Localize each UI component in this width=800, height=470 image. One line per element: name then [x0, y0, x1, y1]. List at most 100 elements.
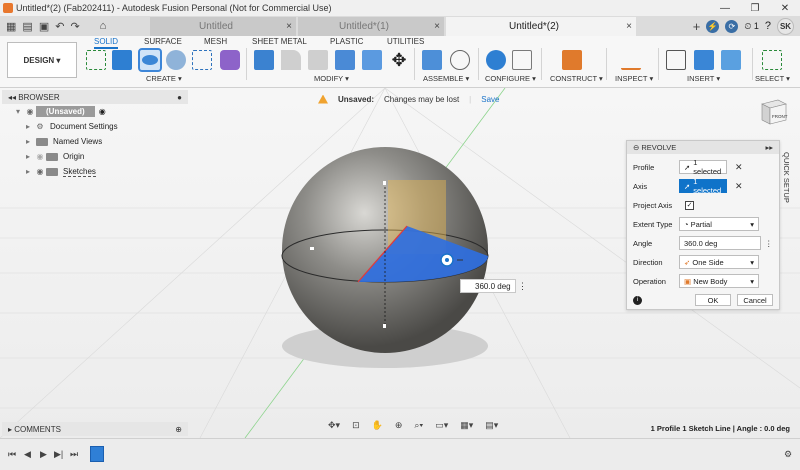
tab-untitled[interactable]: Untitled × [150, 17, 296, 36]
activate-radio-icon[interactable]: ◉ [99, 107, 106, 116]
profile-selector[interactable]: ➚ 1 selected [679, 158, 727, 176]
insert-mesh-icon[interactable] [694, 50, 714, 70]
operation-dropdown[interactable]: ▣ New Body ▾ [679, 274, 759, 288]
manipulator-options-icon[interactable]: ⋮ [518, 281, 527, 292]
modify-menu[interactable]: MODIFY ▾ [314, 74, 349, 83]
tab-utilities[interactable]: UTILITIES [387, 37, 424, 46]
construct-menu[interactable]: CONSTRUCT ▾ [550, 74, 603, 83]
save-icon[interactable]: ▣ [39, 20, 49, 33]
clear-axis-icon[interactable]: ✕ [735, 181, 743, 192]
go-to-end-icon[interactable]: ⏭ [70, 449, 78, 460]
home-icon[interactable]: ⌂ [100, 20, 107, 32]
viewcube[interactable]: FRONT [756, 94, 790, 128]
tab-untitled-2[interactable]: Untitled*(2) × [446, 17, 636, 36]
press-pull-icon[interactable] [254, 50, 274, 70]
zoom-icon[interactable]: ⊕ [395, 420, 403, 431]
joint-icon[interactable] [450, 50, 470, 70]
project-axis-checkbox[interactable]: ✓ [685, 200, 694, 210]
tab-mesh[interactable]: MESH [204, 37, 227, 46]
chevron-right-icon[interactable]: ▸ [22, 137, 34, 146]
play-icon[interactable]: ▶ [40, 449, 47, 460]
tab-solid[interactable]: SOLID [94, 37, 119, 49]
grid-settings-icon[interactable]: ▦▾ [460, 420, 473, 431]
viewports-icon[interactable]: ▤▾ [485, 420, 498, 431]
shell-icon[interactable] [335, 50, 355, 70]
help-icon[interactable]: ? [765, 20, 771, 32]
move-icon[interactable]: ✥ [389, 50, 409, 70]
revolve-icon[interactable] [138, 48, 162, 72]
tree-item-named-views[interactable]: ▸ Named Views [2, 134, 188, 149]
display-settings-icon[interactable]: ▭▾ [435, 420, 448, 431]
clear-profile-icon[interactable]: ✕ [735, 162, 743, 173]
restore-button[interactable]: ❐ [740, 3, 770, 14]
timeline-settings-icon[interactable]: ⚙ [784, 449, 792, 460]
quick-setup-tab[interactable]: QUICK SETUP [782, 152, 791, 203]
expand-dialog-icon[interactable]: ▸▸ [765, 143, 773, 152]
pattern-icon[interactable] [192, 50, 212, 70]
extrude-icon[interactable] [112, 50, 132, 70]
info-icon[interactable]: i [633, 295, 642, 305]
ok-button[interactable]: OK [695, 294, 731, 306]
look-at-icon[interactable]: ⊡ [352, 420, 360, 431]
angle-input[interactable]: 360.0 deg [679, 236, 761, 250]
tree-item-document-settings[interactable]: ▸ ⚙ Document Settings [2, 119, 188, 134]
chevron-down-icon[interactable]: ▾ [12, 107, 24, 116]
pan-hand-icon[interactable]: ✋ [372, 420, 383, 431]
undo-icon[interactable]: ↶ [55, 20, 64, 33]
direction-dropdown[interactable]: ➶ One Side ▾ [679, 255, 759, 269]
tree-item-origin[interactable]: ▸ ◉ Origin [2, 149, 188, 164]
cancel-button[interactable]: Cancel [737, 294, 773, 306]
go-to-start-icon[interactable]: ⏮ [8, 449, 16, 460]
extensions-icon[interactable]: ⚡ [706, 19, 720, 33]
avatar[interactable]: SK [777, 17, 794, 35]
save-link[interactable]: Save [481, 95, 499, 104]
close-tab-icon[interactable]: × [622, 21, 636, 32]
insert-image-icon[interactable] [721, 50, 741, 70]
canvas-viewport[interactable]: ◂◂ BROWSER ● ▾ ◉ (Unsaved) ◉ ▸ ⚙ Documen… [0, 88, 800, 438]
tab-plastic[interactable]: PLASTIC [330, 37, 363, 46]
insert-derive-icon[interactable] [666, 50, 686, 70]
step-back-icon[interactable]: ◀ [24, 449, 31, 460]
hole-icon[interactable] [166, 50, 186, 70]
offset-plane-icon[interactable] [562, 50, 582, 70]
axis-selector[interactable]: ➚ 1 selected [679, 177, 727, 195]
grid-menu-icon[interactable]: ▦ [6, 20, 16, 33]
tab-surface[interactable]: SURFACE [144, 37, 182, 46]
zoom-window-icon[interactable]: ⌕▾ [414, 420, 423, 431]
extent-type-dropdown[interactable]: ◔ Partial ▾ [679, 217, 759, 231]
root-component[interactable]: (Unsaved) [36, 106, 95, 117]
workspace-selector[interactable]: DESIGN ▾ [7, 42, 77, 78]
measure-icon[interactable] [621, 50, 641, 70]
configure-table-icon[interactable] [512, 50, 532, 70]
inspect-menu[interactable]: INSPECT ▾ [615, 74, 653, 83]
select-menu[interactable]: SELECT ▾ [755, 74, 790, 83]
assemble-menu[interactable]: ASSEMBLE ▾ [423, 74, 469, 83]
create-sketch-icon[interactable] [86, 50, 106, 70]
tree-item-sketches[interactable]: ▸ ◉ Sketches [2, 164, 188, 179]
new-component-icon[interactable] [422, 50, 442, 70]
add-comment-icon[interactable]: ⊕ [175, 425, 182, 434]
tab-untitled-1[interactable]: Untitled*(1) × [298, 17, 444, 36]
chamfer-icon[interactable] [308, 50, 328, 70]
fillet-icon[interactable] [281, 50, 301, 70]
file-menu-icon[interactable]: ▤ [22, 20, 32, 33]
create-menu[interactable]: CREATE ▾ [146, 74, 182, 83]
comments-panel[interactable]: ▸ COMMENTS ⊕ [2, 422, 188, 436]
insert-menu[interactable]: INSERT ▾ [687, 74, 720, 83]
select-icon[interactable] [762, 50, 782, 70]
angle-options-icon[interactable]: ⋮ [765, 239, 773, 248]
expand-icon[interactable]: ▸ [8, 425, 12, 434]
configure-menu[interactable]: CONFIGURE ▾ [485, 74, 536, 83]
minimize-button[interactable]: — [710, 3, 740, 14]
chevron-right-icon[interactable]: ▸ [22, 122, 34, 131]
combine-icon[interactable] [362, 50, 382, 70]
close-tab-icon[interactable]: × [430, 21, 444, 32]
tree-root[interactable]: ▾ ◉ (Unsaved) ◉ [2, 104, 188, 119]
redo-icon[interactable]: ↷ [70, 20, 79, 33]
timeline-feature-sketch[interactable] [90, 446, 104, 462]
collapse-panel-icon[interactable]: ◂◂ [8, 93, 16, 102]
create-form-icon[interactable] [220, 50, 240, 70]
close-tab-icon[interactable]: × [282, 21, 296, 32]
close-button[interactable]: ✕ [770, 3, 800, 14]
orbit-icon[interactable]: ✥▾ [328, 420, 340, 431]
